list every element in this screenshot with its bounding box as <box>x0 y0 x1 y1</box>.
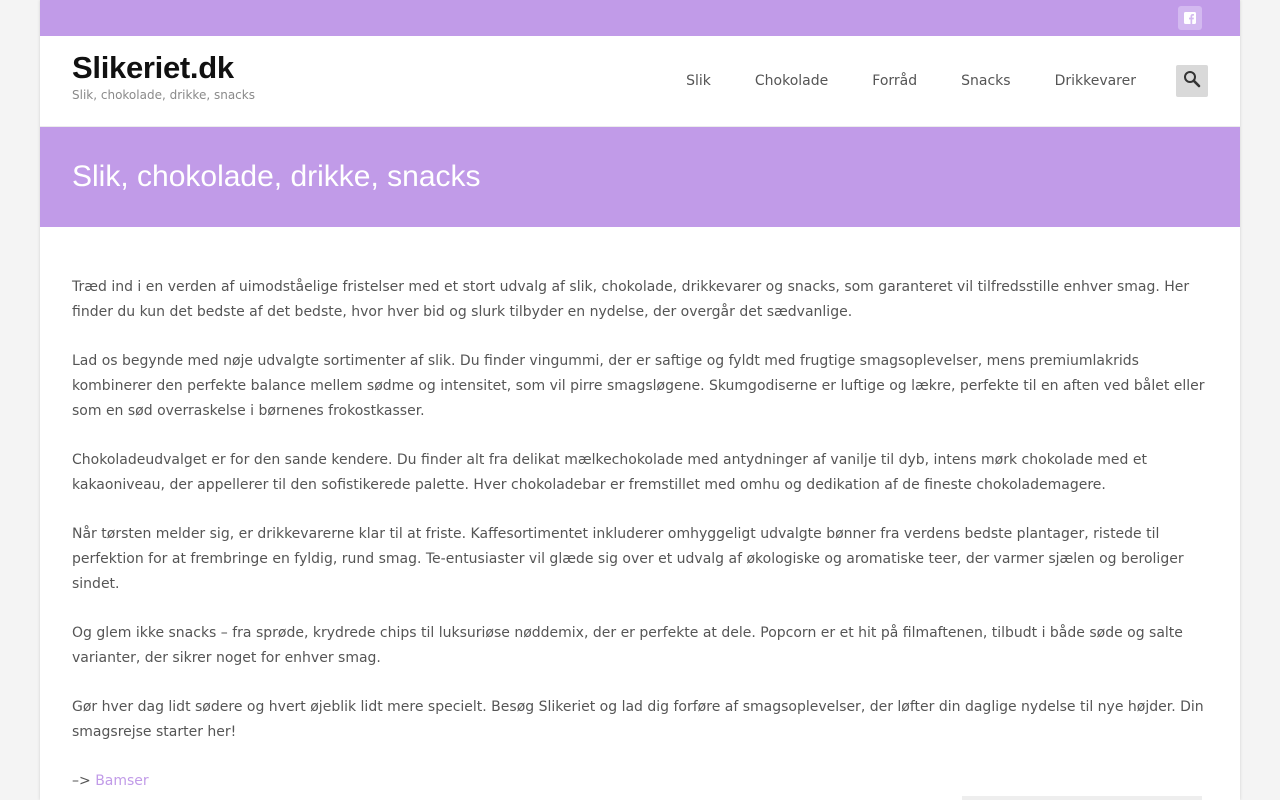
sidebar-widget-edge <box>962 796 1202 800</box>
page-hero: Slik, chokolade, drikke, snacks <box>40 127 1240 227</box>
nav-item-drikkevarer[interactable]: Drikkevarer <box>1055 73 1136 89</box>
site-title[interactable]: Slikeriet.dk <box>72 50 255 86</box>
page: Slikeriet.dk Slik, chokolade, drikke, sn… <box>40 0 1240 800</box>
chokolade-paragraph: Chokoladeudvalget er for den sande kende… <box>72 452 1147 493</box>
facebook-button[interactable] <box>1178 6 1202 30</box>
nav-item-slik[interactable]: Slik <box>686 73 711 89</box>
drikkevarer-paragraph: Når tørsten melder sig, er drikkevarerne… <box>72 526 1184 592</box>
nav-item-forraad[interactable]: Forråd <box>872 73 917 89</box>
snacks-paragraph: Og glem ikke snacks – fra sprøde, krydre… <box>72 625 1183 666</box>
slik-paragraph: Lad os begynde med nøje udvalgte sortime… <box>72 353 1205 419</box>
page-title: Slik, chokolade, drikke, snacks <box>72 160 481 193</box>
intro-paragraph: Træd ind i en verden af uimodståelige fr… <box>72 279 1190 320</box>
main-nav: Slik Chokolade Forråd Snacks Drikkevarer <box>642 36 1136 126</box>
nav-item-snacks[interactable]: Snacks <box>961 73 1010 89</box>
brand: Slikeriet.dk Slik, chokolade, drikke, sn… <box>72 50 255 102</box>
facebook-icon <box>1184 12 1196 24</box>
closing-paragraph: Gør hver dag lidt sødere og hvert øjebli… <box>72 699 1204 740</box>
nav-item-chokolade[interactable]: Chokolade <box>755 73 828 89</box>
search-button[interactable] <box>1176 65 1208 97</box>
site-tagline: Slik, chokolade, drikke, snacks <box>72 88 255 102</box>
site-header: Slikeriet.dk Slik, chokolade, drikke, sn… <box>40 36 1240 127</box>
top-bar <box>40 0 1240 36</box>
link-line: –> Bamser <box>72 769 1208 794</box>
link-arrow: –> <box>72 773 91 789</box>
bamser-link[interactable]: Bamser <box>95 773 148 789</box>
main-content: Træd ind i en verden af uimodståelige fr… <box>40 227 1240 794</box>
search-icon <box>1183 70 1201 92</box>
